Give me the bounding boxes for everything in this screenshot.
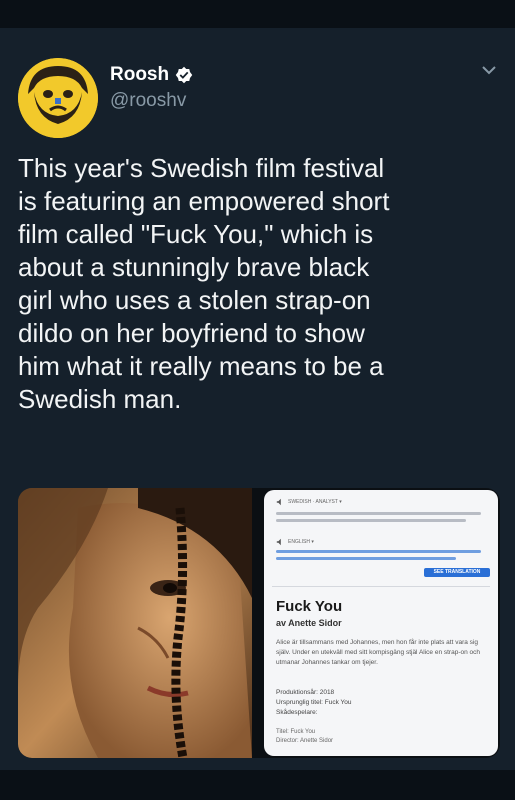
meta-line: Titel: Fuck You bbox=[276, 729, 316, 735]
tweet-text-line: him what it really means to be a bbox=[18, 351, 384, 381]
language-tag[interactable]: ENGLISH ▾ bbox=[288, 539, 314, 545]
speaker-icon[interactable] bbox=[276, 538, 284, 546]
tweet-text-line: about a stunningly brave black bbox=[18, 252, 370, 282]
avatar[interactable] bbox=[18, 58, 98, 138]
film-info-card: SWEDISH · ANALYST ▾ ENGLISH ▾ SEE TRANSL… bbox=[264, 490, 498, 756]
film-meta: Produktionsår: 2018 Ursprunglig titel: F… bbox=[276, 688, 352, 718]
bottom-bar bbox=[0, 770, 515, 800]
name-row: Roosh bbox=[110, 64, 193, 86]
chevron-down-icon[interactable] bbox=[481, 64, 497, 76]
tweet-text-line: film called "Fuck You," which is bbox=[18, 219, 374, 249]
translation-row: ENGLISH ▾ bbox=[276, 538, 314, 546]
text-line bbox=[276, 550, 481, 553]
avatar-face-icon bbox=[18, 58, 98, 138]
text-line bbox=[276, 519, 466, 522]
film-meta-secondary: Titel: Fuck You Director: Anette Sidor bbox=[276, 728, 333, 746]
speaker-icon[interactable] bbox=[276, 498, 284, 506]
top-bar bbox=[0, 0, 515, 28]
tweet-text-line: dildo on her boyfriend to show bbox=[18, 318, 365, 348]
film-description: Alice är tillsammans med Johannes, men h… bbox=[276, 639, 481, 666]
meta-line: Director: Anette Sidor bbox=[276, 738, 334, 744]
text-line bbox=[276, 512, 481, 515]
display-name[interactable]: Roosh bbox=[110, 64, 169, 86]
tweet-text: This year's Swedish film festival is fea… bbox=[18, 152, 488, 416]
language-row: SWEDISH · ANALYST ▾ bbox=[276, 498, 342, 506]
tweet-card: Roosh @rooshv This year's Swedish film f… bbox=[0, 28, 515, 770]
see-translation-button[interactable]: SEE TRANSLATION bbox=[424, 568, 490, 577]
film-author: av Anette Sidor bbox=[276, 618, 342, 628]
tweet-text-line: girl who uses a stolen strap-on bbox=[18, 285, 371, 315]
handle[interactable]: @rooshv bbox=[110, 90, 186, 112]
verified-badge-icon bbox=[175, 66, 193, 84]
film-title: Fuck You bbox=[276, 598, 343, 615]
media-attachment[interactable]: SWEDISH · ANALYST ▾ ENGLISH ▾ SEE TRANSL… bbox=[18, 488, 500, 758]
text-line bbox=[276, 557, 456, 560]
tweet-text-line: Swedish man. bbox=[18, 384, 182, 414]
divider bbox=[272, 586, 490, 587]
meta-line: Ursprunglig titel: Fuck You bbox=[276, 699, 352, 706]
language-tag[interactable]: SWEDISH · ANALYST ▾ bbox=[288, 499, 342, 505]
tweet-text-line: This year's Swedish film festival bbox=[18, 153, 385, 183]
tweet-text-line: is featuring an empowered short bbox=[18, 186, 390, 216]
meta-line: Produktionsår: 2018 bbox=[276, 689, 335, 696]
meta-line: Skådespelare: bbox=[276, 709, 318, 716]
film-still-image bbox=[18, 488, 252, 758]
